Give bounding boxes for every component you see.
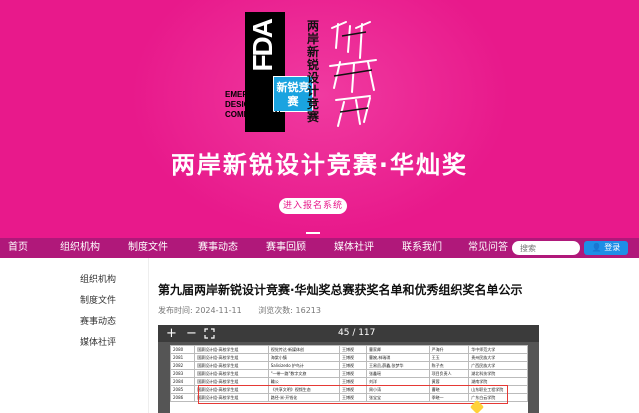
nav-item-home[interactable]: 首页	[8, 238, 28, 258]
table-cell: 黄蓉	[428, 377, 470, 386]
logo-emerge-text: EMERGING DESIGN COMPETITION	[225, 90, 305, 120]
table-cell: 项目负责人	[428, 369, 470, 378]
table-cell: 《共享文明》视频生态	[267, 385, 341, 394]
huacan-calligraphy-logo	[329, 21, 377, 127]
table-cell: 王博视	[339, 353, 367, 362]
table-cell: 海棠小镇	[267, 353, 341, 362]
register-button[interactable]: 进入报名系统	[279, 198, 347, 214]
main-nav: 首页 组织机构 制度文件 赛事动态 赛事回顾 媒体社评 联系我们 常见问答 👤 …	[0, 238, 639, 258]
banner-title: 两岸新锐设计竞赛·华灿奖	[170, 151, 469, 179]
table-cell: 路径·米·开钱化	[267, 393, 341, 402]
table-cell: Salisizedo 护鸟计	[267, 361, 341, 370]
table-row: 2080 国赛设计组-高校学生组 视觉传达·新媒体创 王博视 曹家卿 严海升 华中师范大学	[170, 345, 528, 354]
table-cell: 2081	[170, 353, 196, 362]
nav-item-review[interactable]: 赛事回顾	[266, 238, 306, 258]
search-input[interactable]	[512, 241, 580, 255]
sidebar: 组织机构 制度文件 赛事动态 媒体社评	[48, 270, 146, 354]
table-cell: 輪公	[267, 377, 341, 386]
fda-logo: FDA 新锐竞赛 EMERGING DESIGN COMPETITION	[225, 12, 313, 132]
table-cell: 曹晓	[428, 385, 470, 394]
table-cell: 国赛设计组-高校学生组	[194, 369, 269, 378]
table-cell: 国赛设计组-高校学生组	[194, 377, 269, 386]
table-cell: 国赛设计组-高校学生组	[194, 385, 269, 394]
user-icon: 👤	[591, 243, 602, 252]
table-cell: 国赛设计组-高校学生组	[194, 393, 269, 402]
zoom-out-button[interactable]: −	[186, 325, 197, 342]
table-cell: 王博视	[339, 393, 367, 402]
table-row: 2081 国赛设计组-高校学生组 海棠小镇 王博视 曹婉,林瑞琪 王玉 贵州民族大学	[170, 353, 528, 362]
sidebar-divider	[148, 258, 149, 413]
table-cell: 曹婉,林瑞琪	[365, 353, 430, 362]
table-cell: 王博视	[339, 361, 367, 370]
table-cell: 刘洋	[365, 377, 430, 386]
table-cell: 王博视	[339, 385, 367, 394]
table-cell: 王博视	[339, 345, 367, 354]
pdf-toolbar: + − 45 / 117	[158, 325, 539, 342]
logo-emerge-line-2: DESIGN	[225, 100, 256, 109]
publish-time: 发布时间: 2024-11-11	[158, 306, 242, 315]
table-cell: 王易员,薛鑫,张梦华	[365, 361, 430, 370]
content-area: 组织机构 制度文件 赛事动态 媒体社评 第九届两岸新锐设计竞赛·华灿奖总赛获奖名…	[0, 258, 639, 413]
sidebar-item-news[interactable]: 赛事动态	[48, 312, 146, 333]
banner-divider	[306, 232, 320, 234]
login-label: 登录	[604, 243, 621, 252]
nav-item-rules[interactable]: 制度文件	[128, 238, 168, 258]
table-cell: 山东职业工程学院	[468, 385, 528, 394]
table-cell: 国赛设计组-高校学生组	[194, 361, 269, 370]
table-cell: 2084	[170, 377, 196, 386]
table-cell: 2083	[170, 369, 196, 378]
sidebar-item-organization[interactable]: 组织机构	[48, 270, 146, 291]
table-cell: 2080	[170, 345, 196, 354]
view-count: 浏览次数: 16213	[258, 306, 321, 315]
table-cell: 广西民族大学	[468, 361, 528, 370]
logo-emerge-line-3: COMPETITION	[225, 110, 281, 119]
pdf-viewer[interactable]: + − 45 / 117 2080 国赛设计组-高校学生组 视觉传达·新媒体创 王博视…	[158, 325, 539, 413]
table-cell: 王博视	[339, 377, 367, 386]
zoom-in-button[interactable]: +	[166, 325, 177, 342]
table-cell: 华中师范大学	[468, 345, 528, 354]
table-cell: 张鑫瑶	[365, 369, 430, 378]
logo-vertical-text: 两岸新锐设计竞赛	[306, 19, 319, 124]
table-cell: 湖北科技学院	[468, 369, 528, 378]
table-cell: 周小涛	[365, 385, 430, 394]
table-row: 2086 国赛设计组-高校学生组 路径·米·开钱化 王博视 张宝宝 季晓一 广东白云学院	[170, 393, 528, 402]
table-cell: 张宝宝	[365, 393, 430, 402]
logo-fda-text: FDA	[247, 20, 278, 72]
nav-item-news[interactable]: 赛事动态	[198, 238, 238, 258]
nav-item-organization[interactable]: 组织机构	[60, 238, 100, 258]
page-indicator: 45 / 117	[338, 328, 376, 338]
table-row: 2083 国赛设计组-高校学生组 "一带一路"数字文旅 王博视 张鑫瑶 项目负责人 湖北科技…	[170, 369, 528, 378]
table-cell: 2082	[170, 361, 196, 370]
logo-emerge-line-1: EMERGING	[225, 90, 269, 99]
table-row: 2084 国赛设计组-高校学生组 輪公 王博视 刘洋 黄蓉 湖南学院	[170, 377, 528, 386]
table-cell: 2086	[170, 393, 196, 402]
table-cell: 严海升	[428, 345, 470, 354]
table-cell: 曹家卿	[365, 345, 430, 354]
table-cell: 季晓一	[428, 393, 470, 402]
table-row: 2082 国赛设计组-高校学生组 Salisizedo 护鸟计 王博视 王易员,薛鑫,张…	[170, 361, 528, 370]
table-cell: 贵州民族大学	[468, 353, 528, 362]
nav-item-faq[interactable]: 常见问答	[468, 238, 508, 258]
nav-item-media[interactable]: 媒体社评	[334, 238, 374, 258]
fullscreen-icon[interactable]	[204, 328, 215, 339]
table-cell: 陈子杰	[428, 361, 470, 370]
login-button[interactable]: 👤 登录	[584, 241, 628, 255]
table-cell: 湖南学院	[468, 377, 528, 386]
results-table: 2080 国赛设计组-高校学生组 视觉传达·新媒体创 王博视 曹家卿 严海升 华中师范大学 2…	[170, 345, 528, 402]
table-cell: 2085	[170, 385, 196, 394]
table-cell: 国赛设计组-高校学生组	[194, 345, 269, 354]
table-cell: 王博视	[339, 369, 367, 378]
table-cell: "一带一路"数字文旅	[267, 369, 341, 378]
table-cell: 视觉传达·新媒体创	[267, 345, 341, 354]
article-meta: 发布时间: 2024-11-11 浏览次数: 16213	[158, 305, 335, 316]
table-row: 2085 国赛设计组-高校学生组 《共享文明》视频生态 王博视 周小涛 曹晓 山东职业工程学…	[170, 385, 528, 394]
nav-item-contact[interactable]: 联系我们	[402, 238, 442, 258]
sidebar-item-rules[interactable]: 制度文件	[48, 291, 146, 312]
sidebar-item-media[interactable]: 媒体社评	[48, 333, 146, 354]
article-title: 第九届两岸新锐设计竞赛·华灿奖总赛获奖名单和优秀组织奖名单公示	[158, 283, 523, 297]
table-cell: 国赛设计组-高校学生组	[194, 353, 269, 362]
hero-banner: FDA 新锐竞赛 EMERGING DESIGN COMPETITION 两岸新…	[0, 0, 639, 238]
table-cell: 王玉	[428, 353, 470, 362]
